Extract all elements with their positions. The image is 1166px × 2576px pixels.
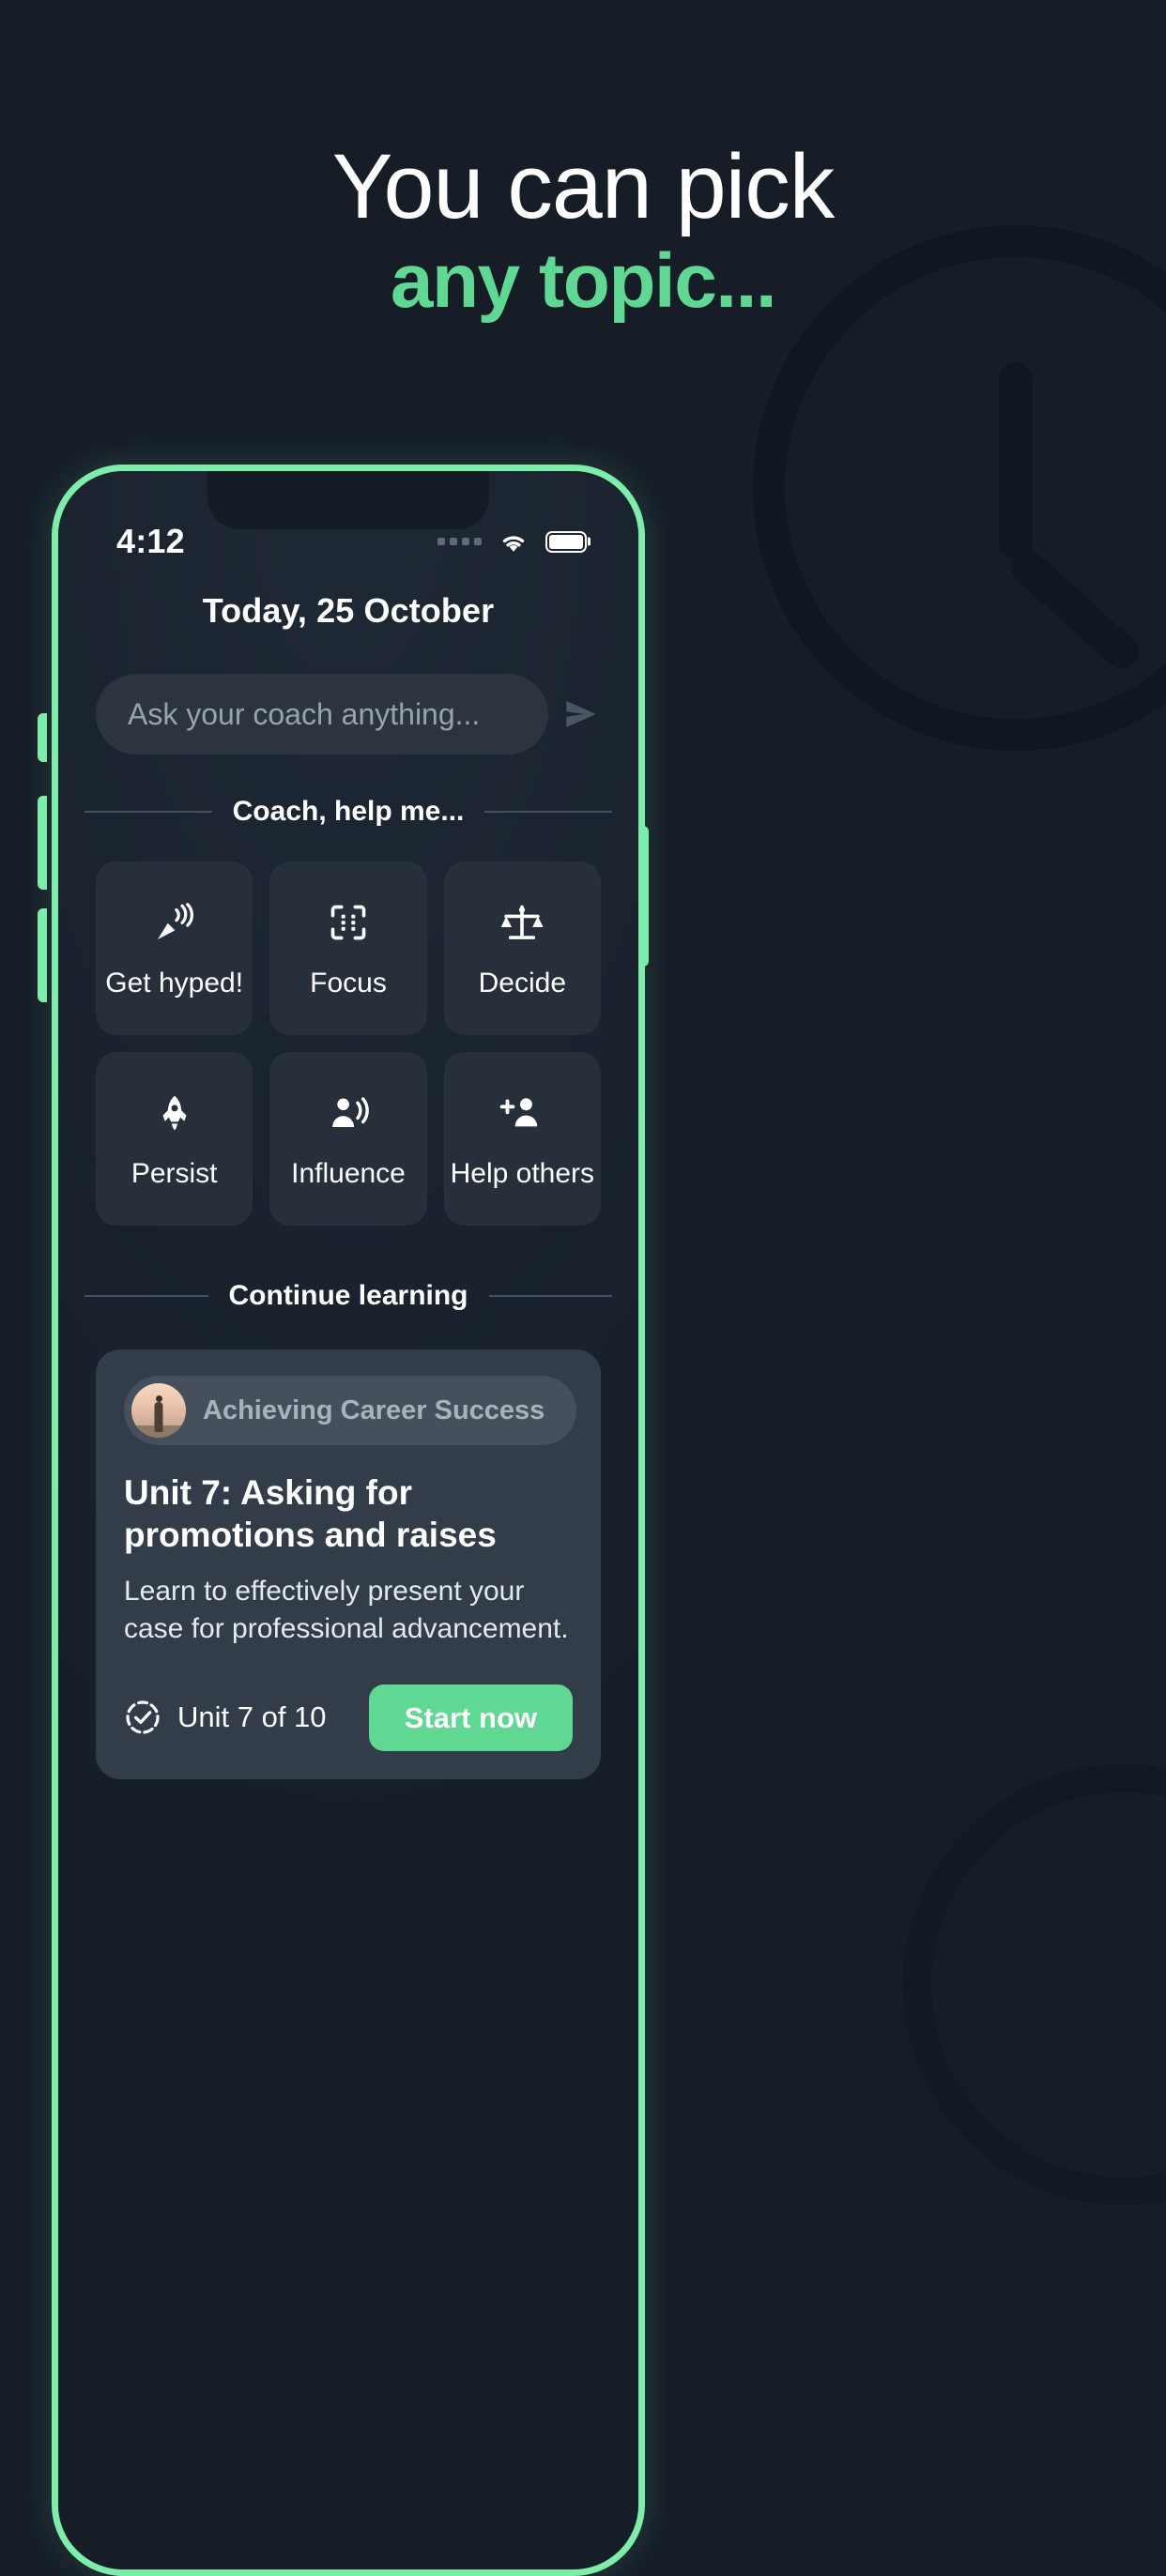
hero-line-2: any topic... bbox=[390, 237, 777, 324]
quick-action-help-others[interactable]: Help others bbox=[443, 1052, 601, 1226]
unit-progress: Unit 7 of 10 bbox=[124, 1699, 327, 1736]
continue-learning-label: Continue learning bbox=[228, 1280, 468, 1311]
course-chip[interactable]: Achieving Career Success bbox=[124, 1376, 577, 1445]
hero-headline: You can pick any topic... bbox=[0, 135, 1166, 329]
focus-scan-icon bbox=[328, 900, 369, 945]
hero-line-1: You can pick bbox=[331, 135, 835, 237]
scales-icon bbox=[500, 900, 544, 945]
phone-screen: 4:12 Today, 25 October Ask your coach an bbox=[58, 471, 638, 2569]
quick-action-label: Persist bbox=[130, 1157, 218, 1189]
phone-volume-up-button[interactable] bbox=[38, 796, 47, 890]
quick-actions-divider: Coach, help me... bbox=[83, 796, 614, 828]
app-content: Today, 25 October Ask your coach anythin… bbox=[58, 576, 638, 2569]
battery-full-icon bbox=[545, 530, 587, 553]
quick-action-label: Decide bbox=[478, 967, 567, 998]
quick-actions-grid: Get hyped! Focus Decide Persist Influenc… bbox=[83, 861, 614, 1226]
unit-description: Learn to effectively present your case f… bbox=[124, 1576, 569, 1645]
continue-learning-divider: Continue learning bbox=[83, 1280, 614, 1312]
clock-ring-secondary bbox=[903, 1764, 1166, 2205]
quick-action-persist[interactable]: Persist bbox=[96, 1052, 253, 1226]
card-footer: Unit 7 of 10 Start now bbox=[124, 1684, 573, 1751]
divider-rule-right bbox=[488, 1295, 612, 1297]
quick-action-focus[interactable]: Focus bbox=[269, 861, 427, 1035]
start-now-button[interactable]: Start now bbox=[368, 1684, 573, 1751]
phone-mockup: 4:12 Today, 25 October Ask your coach an bbox=[52, 465, 645, 2576]
phone-silent-switch[interactable] bbox=[38, 713, 47, 762]
unit-progress-label: Unit 7 of 10 bbox=[177, 1700, 327, 1734]
continue-learning-card[interactable]: Achieving Career Success Unit 7: Asking … bbox=[96, 1349, 601, 1779]
course-chip-label: Achieving Career Success bbox=[203, 1395, 545, 1425]
search-input[interactable]: Ask your coach anything... bbox=[96, 674, 548, 755]
divider-rule-left bbox=[84, 1295, 208, 1297]
status-bar-indicators bbox=[437, 529, 587, 554]
divider-rule-right bbox=[484, 811, 613, 813]
send-icon[interactable] bbox=[561, 694, 601, 734]
quick-actions-label: Coach, help me... bbox=[232, 796, 465, 827]
check-circle-dashed-icon bbox=[126, 1700, 160, 1734]
status-bar: 4:12 bbox=[58, 516, 638, 567]
search-placeholder: Ask your coach anything... bbox=[128, 696, 481, 731]
quick-action-influence[interactable]: Influence bbox=[269, 1052, 427, 1226]
quick-action-label: Help others bbox=[450, 1157, 595, 1189]
divider-rule-left bbox=[84, 811, 212, 813]
quick-action-label: Influence bbox=[291, 1157, 406, 1189]
page-title: Today, 25 October bbox=[202, 591, 495, 630]
rocket-icon bbox=[154, 1090, 195, 1136]
clock-hand-minute bbox=[1004, 543, 1146, 676]
party-popper-icon bbox=[153, 900, 196, 945]
quick-action-label: Focus bbox=[310, 967, 387, 998]
add-person-icon bbox=[499, 1090, 545, 1136]
clock-hand-hour bbox=[999, 361, 1033, 559]
phone-power-button[interactable] bbox=[639, 826, 649, 967]
course-avatar bbox=[131, 1383, 186, 1438]
quick-action-decide[interactable]: Decide bbox=[443, 861, 601, 1035]
quick-action-label: Get hyped! bbox=[105, 967, 244, 998]
unit-title: Unit 7: Asking for promotions and raises bbox=[124, 1473, 497, 1555]
signal-dots-icon bbox=[437, 538, 482, 545]
avatar-figure bbox=[154, 1401, 163, 1432]
coach-search-row: Ask your coach anything... bbox=[83, 674, 614, 755]
person-speaking-icon bbox=[327, 1090, 370, 1136]
phone-volume-down-button[interactable] bbox=[38, 908, 47, 1002]
quick-action-get-hyped[interactable]: Get hyped! bbox=[96, 861, 253, 1035]
wifi-icon bbox=[502, 536, 525, 552]
status-bar-time: 4:12 bbox=[116, 522, 185, 560]
